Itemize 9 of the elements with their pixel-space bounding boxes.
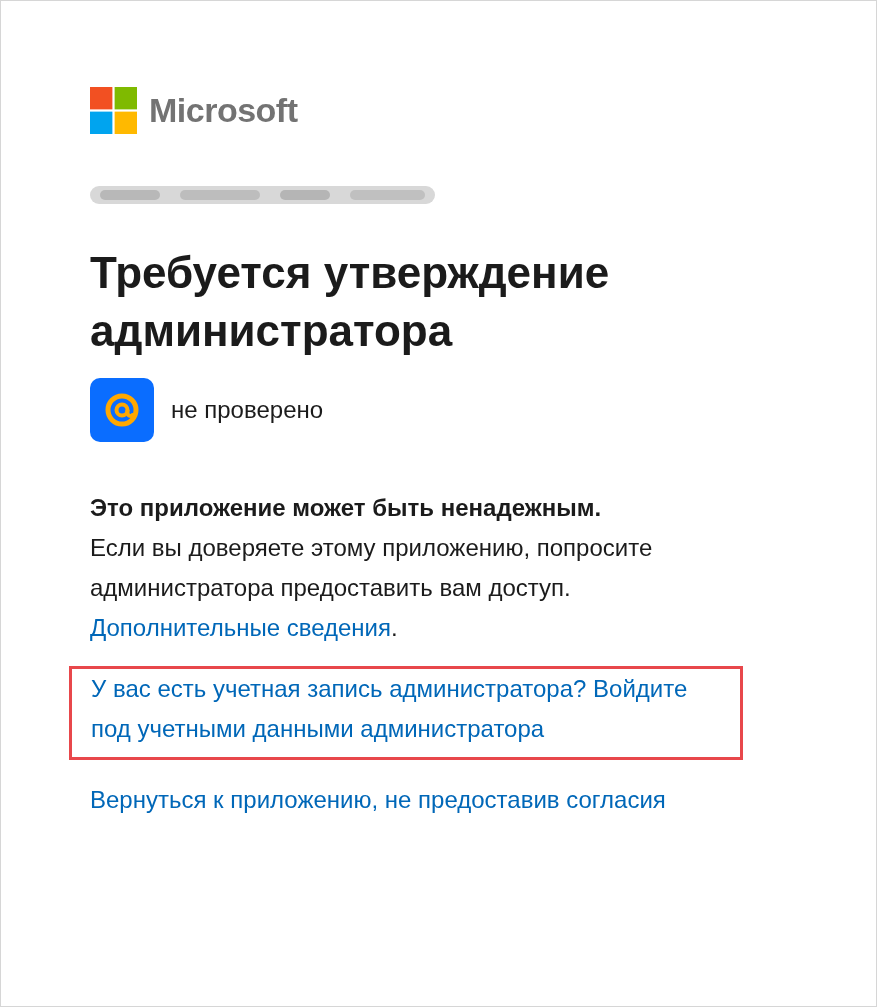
verification-status: не проверено [171,396,324,424]
warning-text: Это приложение может быть ненадежным. Если вы доверяете этому приложению, попросите администратора предоставить вам доступ. Дополнительные сведения. [90,493,654,643]
more-info-link[interactable]: Дополнительные сведения [90,614,391,641]
page-heading: Требуется утверждение администратора [90,247,611,357]
admin-sign-in-link[interactable]: У вас есть учетная запись администратора? Войдите под учетными данными администратора [91,669,731,749]
return-link[interactable]: Вернуться к приложению, не предоставив согласия [90,780,730,820]
brand-name: Microsoft [149,91,298,130]
logo-icon [90,87,137,134]
app-icon [90,378,154,442]
